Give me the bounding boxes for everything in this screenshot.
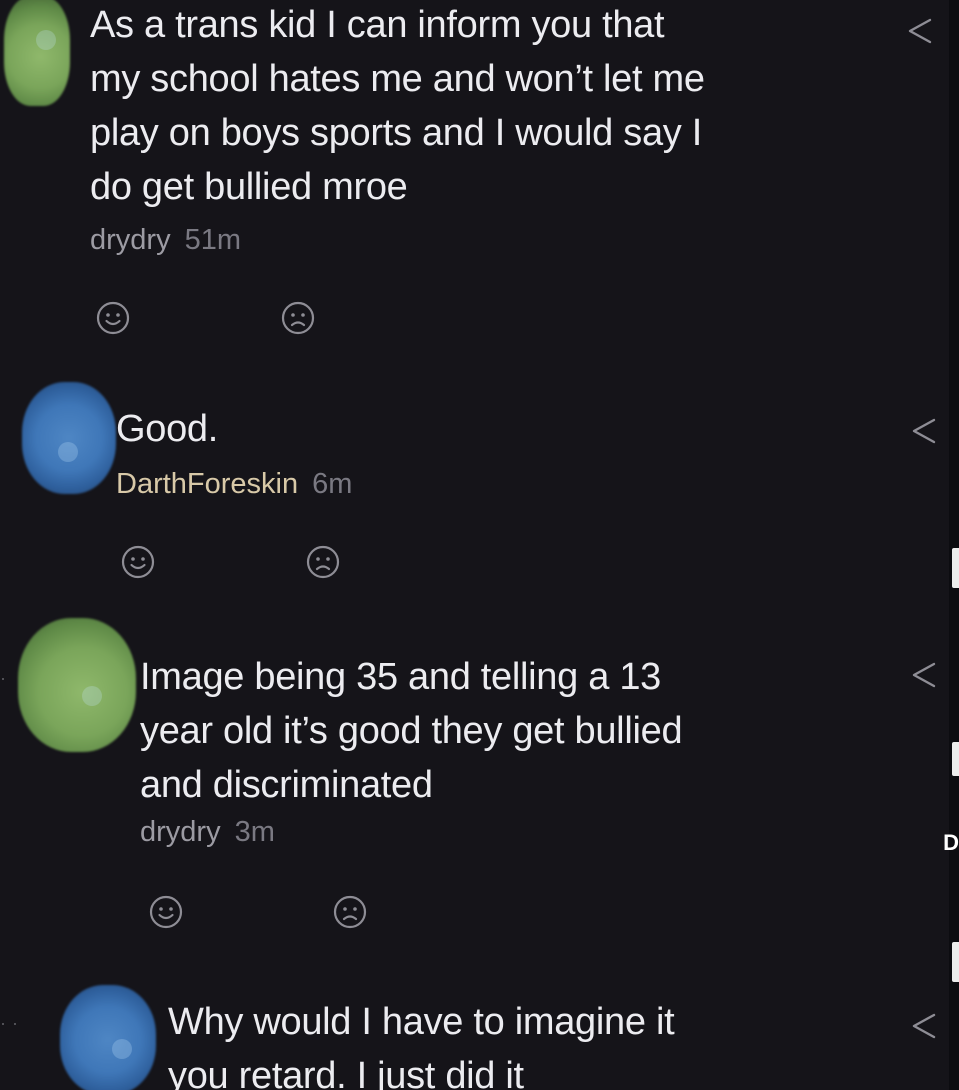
green-avatar-icon[interactable] (4, 0, 70, 106)
edge-tab (952, 942, 959, 982)
comment-2: Good. DarthForeskin 6m (0, 370, 959, 610)
reply-icon[interactable] (900, 12, 936, 48)
green-avatar-icon[interactable] (18, 618, 136, 752)
timestamp: 6m (312, 468, 353, 500)
blue-avatar-icon[interactable] (22, 382, 116, 494)
comment-text: Image being 35 and telling a 13 year old… (140, 656, 683, 806)
reply-icon[interactable] (904, 656, 940, 692)
sad-icon[interactable] (332, 894, 368, 930)
avatar-highlight-icon (82, 686, 102, 706)
comment-meta: drydry 3m (140, 816, 275, 849)
reply-icon[interactable] (904, 412, 940, 448)
smile-icon[interactable] (95, 300, 131, 336)
edge-letter: D (943, 830, 959, 855)
blue-avatar-icon[interactable] (60, 985, 156, 1090)
sad-icon[interactable] (280, 300, 316, 336)
avatar-highlight-icon (58, 442, 78, 462)
avatar-highlight-icon (36, 30, 56, 50)
comment-thread: As a trans kid I can inform you that my … (0, 0, 959, 1090)
timestamp: 51m (184, 224, 241, 256)
comment-meta: DarthForeskin 6m (116, 468, 352, 501)
comment-meta: drydry 51m (90, 224, 241, 257)
comment-text: Good. (116, 408, 219, 450)
avatar-highlight-icon (112, 1039, 132, 1059)
smile-icon[interactable] (120, 544, 156, 580)
comment-text: As a trans kid I can inform you that my … (90, 4, 705, 208)
thread-line-dots: ·· (0, 1013, 24, 1033)
username[interactable]: drydry (140, 816, 221, 848)
username[interactable]: drydry (90, 224, 171, 256)
thread-line-dots: · (0, 668, 12, 688)
edge-tab (952, 742, 959, 776)
reply-icon[interactable] (904, 1007, 940, 1043)
edge-tab (952, 548, 959, 588)
comment-3: · Image being 35 and telling a 13 year o… (0, 610, 959, 960)
smile-icon[interactable] (148, 894, 184, 930)
comment-4: ·· Why would I have to imagine it you re… (0, 965, 959, 1090)
sad-icon[interactable] (305, 544, 341, 580)
comment-text: Why would I have to imagine it you retar… (168, 1001, 675, 1090)
username[interactable]: DarthForeskin (116, 468, 298, 500)
comment-1: As a trans kid I can inform you that my … (0, 0, 959, 360)
timestamp: 3m (234, 816, 275, 848)
adjacent-panel-edge (949, 0, 959, 1090)
